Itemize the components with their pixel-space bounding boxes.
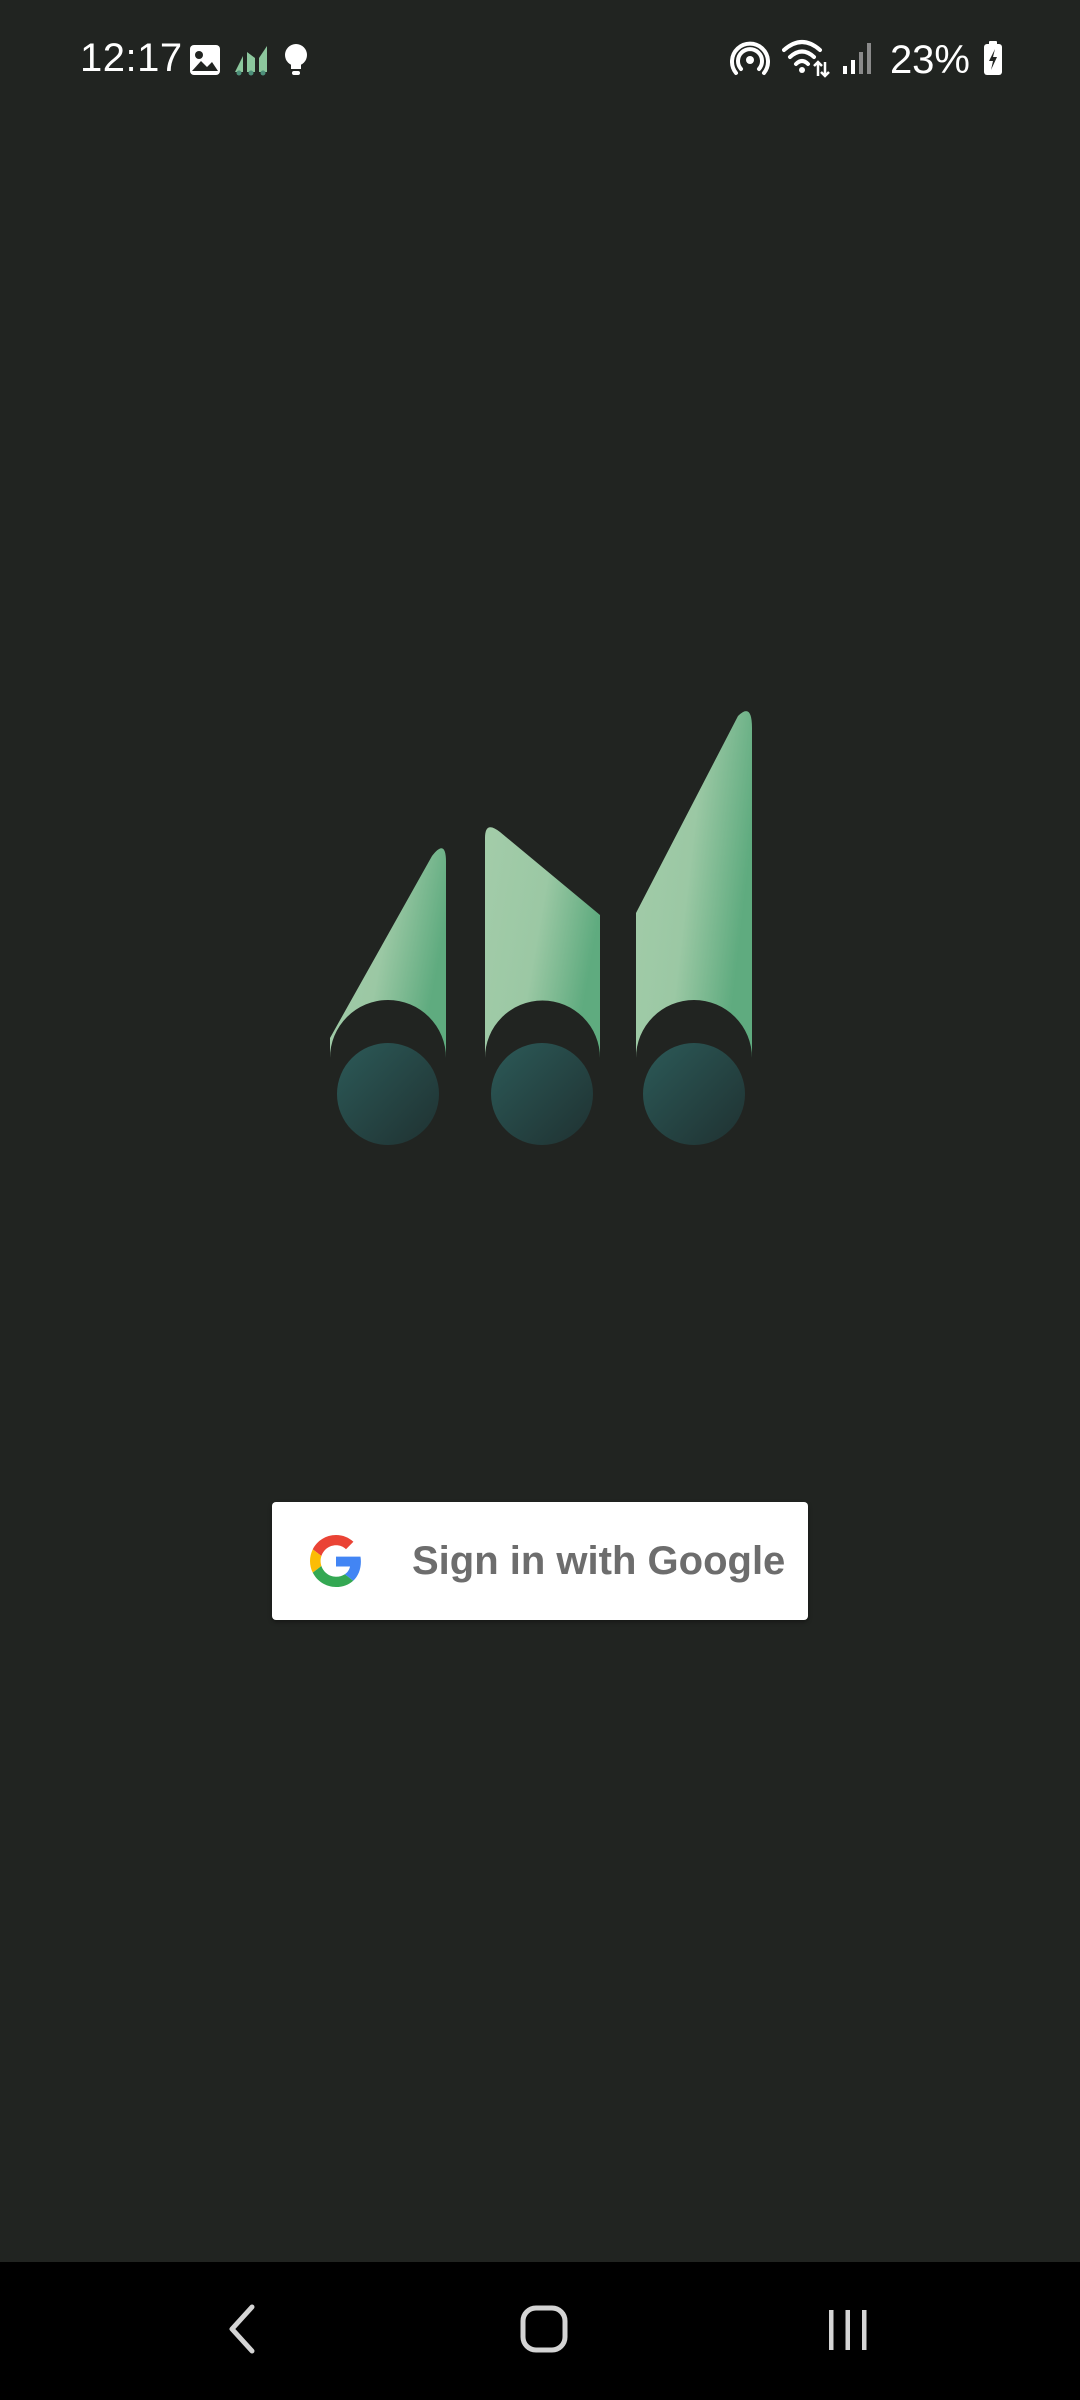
status-bar: 12:17 23% [0,0,1080,120]
battery-charging-icon [982,40,1004,81]
logo-circle-left [337,1043,439,1145]
hotspot-icon [730,38,770,83]
cell-signal-icon [842,40,872,81]
home-button[interactable] [464,2262,624,2400]
app-logo-notification-icon [234,44,270,81]
battery-percent: 23% [889,37,970,82]
back-button[interactable] [162,2262,322,2400]
sign-in-with-google-button[interactable]: Sign in with Google [272,1502,808,1620]
logo-circle-middle [491,1043,593,1145]
logo-circle-right [643,1043,745,1145]
app-logo [320,710,760,1150]
gallery-icon [188,43,222,82]
wifi-icon [781,38,830,83]
recents-button[interactable] [768,2262,928,2400]
google-g-icon [310,1535,362,1587]
logo-bar-middle [485,827,600,1058]
navigation-bar [0,2262,1080,2400]
system-status-icons: 23% [730,36,1004,84]
logo-bar-left [330,848,446,1058]
logo-bar-right [636,711,752,1058]
status-time: 12:17 [80,36,183,80]
lightbulb-icon [282,42,310,83]
home-icon [518,2303,570,2360]
sign-in-label: Sign in with Google [412,1539,786,1583]
back-icon [222,2299,262,2364]
recents-icon [823,2304,873,2359]
notification-icons [188,40,310,84]
